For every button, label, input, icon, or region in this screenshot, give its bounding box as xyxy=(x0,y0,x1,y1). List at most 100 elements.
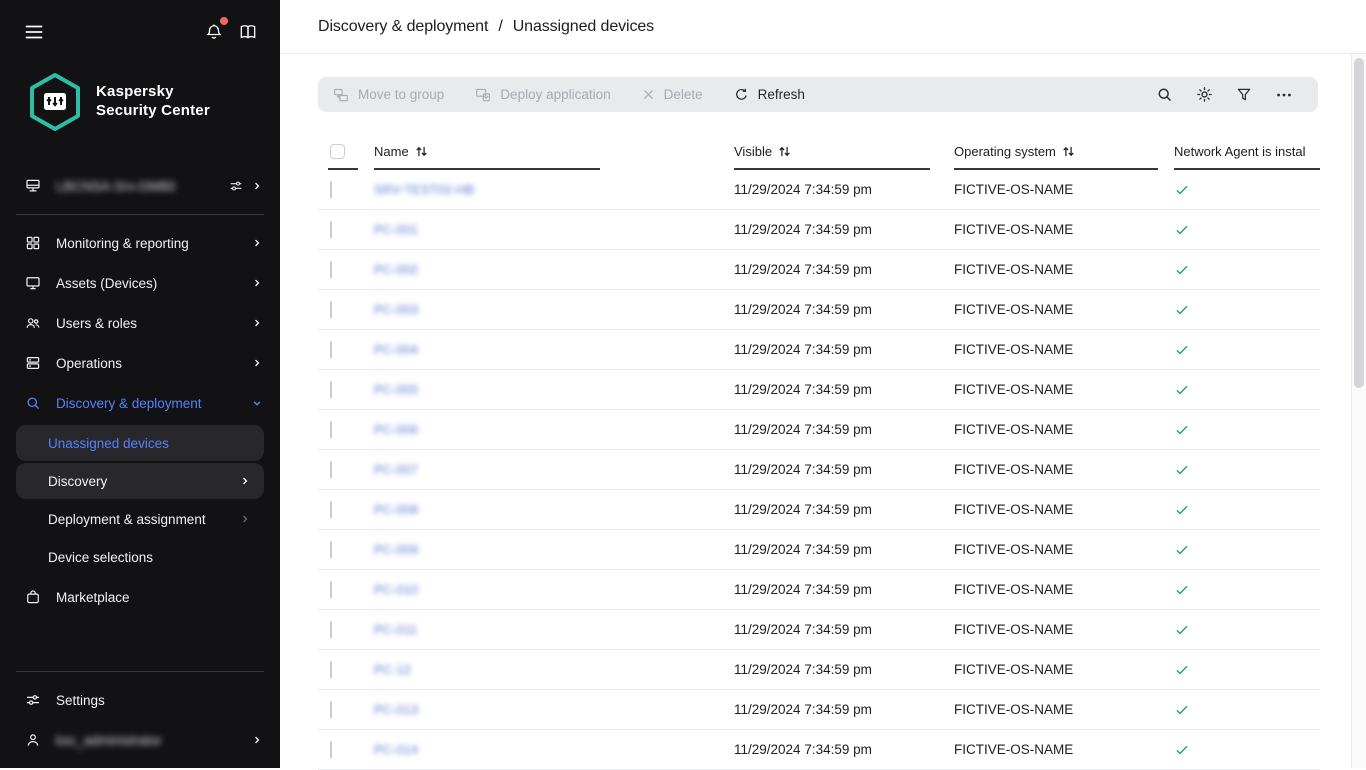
visible-cell: 11/29/2024 7:34:59 pm xyxy=(734,622,954,637)
row-checkbox-cell xyxy=(318,302,374,317)
agent-cell xyxy=(1174,542,1320,558)
column-header-visible[interactable]: Visible xyxy=(734,132,954,170)
sidebar-item-assets[interactable]: Assets (Devices) xyxy=(0,263,280,303)
table-row: PC-005 11/29/2024 7:34:59 pm FICTIVE-OS-… xyxy=(318,370,1320,410)
monitor-icon xyxy=(24,274,42,292)
os-cell: FICTIVE-OS-NAME xyxy=(954,542,1174,557)
breadcrumb-parent[interactable]: Discovery & deployment xyxy=(318,18,488,35)
device-name-link[interactable]: PC-004 xyxy=(374,342,418,357)
more-actions-button[interactable] xyxy=(1264,77,1304,112)
row-checkbox[interactable] xyxy=(330,461,332,478)
move-to-group-button[interactable]: Move to group xyxy=(332,86,444,104)
breadcrumb: Discovery & deployment/Unassigned device… xyxy=(318,18,654,36)
name-cell: PC-010 xyxy=(374,582,734,597)
shopping-bag-icon xyxy=(24,588,42,606)
device-name-link[interactable]: PC-011 xyxy=(374,622,417,637)
sidebar-item-users[interactable]: Users & roles xyxy=(0,303,280,343)
row-checkbox[interactable] xyxy=(330,741,332,758)
row-checkbox[interactable] xyxy=(330,221,332,238)
sidebar-item-device-selections[interactable]: Device selections xyxy=(16,539,264,575)
row-checkbox-cell xyxy=(318,662,374,677)
column-header-network-agent[interactable]: Network Agent is instal xyxy=(1174,132,1320,170)
sidebar-item-monitoring[interactable]: Monitoring & reporting xyxy=(0,223,280,263)
row-checkbox[interactable] xyxy=(330,621,332,638)
row-checkbox[interactable] xyxy=(330,581,332,598)
device-name-link[interactable]: PC-003 xyxy=(374,302,418,317)
deploy-application-button[interactable]: Deploy application xyxy=(474,86,610,104)
sidebar-item-operations[interactable]: Operations xyxy=(0,343,280,383)
sidebar-item-unassigned-devices[interactable]: Unassigned devices xyxy=(16,425,264,461)
row-checkbox[interactable] xyxy=(330,701,332,718)
device-name-link[interactable]: PC-010 xyxy=(374,582,418,597)
scrollbar-thumb[interactable] xyxy=(1354,58,1364,388)
device-name-link[interactable]: PC-013 xyxy=(374,702,418,717)
search-button[interactable] xyxy=(1144,77,1184,112)
select-all-checkbox[interactable] xyxy=(330,144,345,159)
hamburger-menu-button[interactable] xyxy=(20,18,48,46)
help-docs-button[interactable] xyxy=(234,18,262,46)
device-name-link[interactable]: PC-002 xyxy=(374,262,418,277)
row-checkbox[interactable] xyxy=(330,501,332,518)
row-checkbox[interactable] xyxy=(330,301,332,318)
device-name-link[interactable]: PC-008 xyxy=(374,502,418,517)
row-checkbox[interactable] xyxy=(330,381,332,398)
table-row: PC-003 11/29/2024 7:34:59 pm FICTIVE-OS-… xyxy=(318,290,1320,330)
book-icon xyxy=(238,22,258,42)
device-name-link[interactable]: PC-005 xyxy=(374,382,418,397)
device-name-link[interactable]: PC-006 xyxy=(374,422,418,437)
sidebar-item-server[interactable]: LBCNSA-Srv-DM80 xyxy=(0,166,280,206)
row-checkbox-cell xyxy=(318,222,374,237)
row-checkbox-cell xyxy=(318,262,374,277)
device-name-link[interactable]: PC-12 xyxy=(374,662,411,677)
visible-cell: 11/29/2024 7:34:59 pm xyxy=(734,342,954,357)
sidebar-item-deployment-assignment[interactable]: Deployment & assignment xyxy=(16,501,264,537)
visible-cell: 11/29/2024 7:34:59 pm xyxy=(734,302,954,317)
row-checkbox-cell xyxy=(318,462,374,477)
button-label: Deploy application xyxy=(500,87,610,102)
sidebar-menu: LBCNSA-Srv-DM80 Monitoring & reporting A… xyxy=(0,166,280,617)
sidebar-item-discovery[interactable]: Discovery xyxy=(16,463,264,499)
delete-button[interactable]: Delete xyxy=(641,87,703,102)
row-checkbox[interactable] xyxy=(330,541,332,558)
device-name-link[interactable]: PC-014 xyxy=(374,742,418,757)
user-name-redacted: ksc_administrator xyxy=(56,733,250,748)
sidebar-item-discovery-deployment[interactable]: Discovery & deployment xyxy=(0,383,280,423)
row-checkbox[interactable] xyxy=(330,341,332,358)
row-checkbox[interactable] xyxy=(330,261,332,278)
notifications-button[interactable] xyxy=(200,18,228,46)
column-header-name[interactable]: Name xyxy=(374,132,734,170)
filter-funnel-icon xyxy=(1235,86,1253,104)
page-header: Discovery & deployment/Unassigned device… xyxy=(280,0,1366,54)
checkmark-icon xyxy=(1174,382,1320,398)
server-properties-icon[interactable] xyxy=(228,178,244,194)
notification-badge xyxy=(220,17,228,25)
visible-cell: 11/29/2024 7:34:59 pm xyxy=(734,702,954,717)
chevron-right-icon xyxy=(250,276,264,290)
sidebar-item-marketplace[interactable]: Marketplace xyxy=(0,577,280,617)
table-toolbar: Move to group Deploy application Delete … xyxy=(318,77,1318,112)
column-settings-button[interactable] xyxy=(1184,77,1224,112)
column-header-os[interactable]: Operating system xyxy=(954,132,1174,170)
name-cell: PC-003 xyxy=(374,302,734,317)
os-cell: FICTIVE-OS-NAME xyxy=(954,462,1174,477)
agent-cell xyxy=(1174,182,1320,198)
vertical-scrollbar[interactable] xyxy=(1351,54,1366,768)
refresh-button[interactable]: Refresh xyxy=(733,86,805,103)
device-name-link[interactable]: PC-001 xyxy=(374,222,418,237)
device-name-link[interactable]: SRV-TEST02-HB xyxy=(374,182,474,197)
filter-button[interactable] xyxy=(1224,77,1264,112)
agent-cell xyxy=(1174,742,1320,758)
row-checkbox[interactable] xyxy=(330,661,332,678)
row-checkbox[interactable] xyxy=(330,181,332,198)
row-checkbox-cell xyxy=(318,582,374,597)
device-name-link[interactable]: PC-009 xyxy=(374,542,418,557)
refresh-icon xyxy=(733,86,750,103)
name-cell: PC-004 xyxy=(374,342,734,357)
sidebar-item-user-account[interactable]: ksc_administrator xyxy=(0,720,280,760)
device-name-link[interactable]: PC-007 xyxy=(374,462,418,477)
sidebar-item-settings[interactable]: Settings xyxy=(0,680,280,720)
sidebar-divider xyxy=(16,214,264,215)
row-checkbox[interactable] xyxy=(330,421,332,438)
visible-cell: 11/29/2024 7:34:59 pm xyxy=(734,742,954,757)
chevron-right-icon xyxy=(238,474,252,488)
